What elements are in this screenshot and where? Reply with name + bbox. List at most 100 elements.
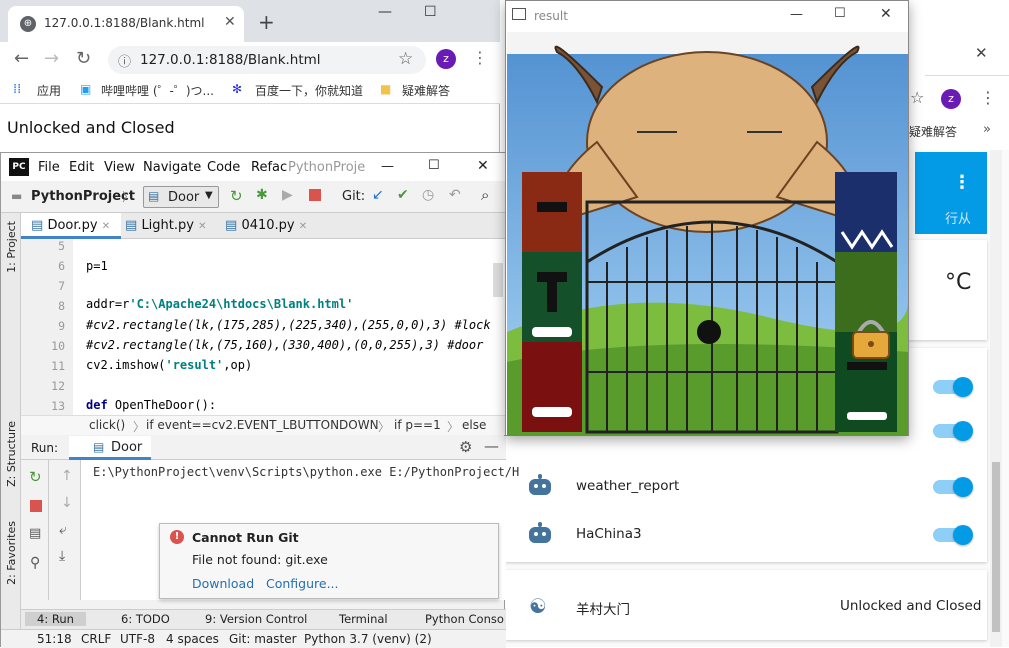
bookmark-bilibili[interactable]: 哔哩哔哩 (゜-゜)つ...: [101, 82, 215, 99]
toggle-switch[interactable]: [933, 525, 973, 545]
close-icon[interactable]: ✕: [477, 158, 489, 174]
tab-0410[interactable]: ▤ 0410.py ✕: [225, 213, 321, 239]
more-icon[interactable]: ⋮: [953, 172, 971, 193]
breadcrumb-item[interactable]: else: [462, 418, 486, 432]
new-tab-button[interactable]: +: [258, 10, 275, 34]
menu-refactor[interactable]: Refac: [251, 160, 287, 175]
close-icon[interactable]: ✕: [102, 221, 110, 232]
menu-icon[interactable]: ⋮: [980, 88, 996, 107]
soft-wrap-icon[interactable]: ⤶: [59, 522, 67, 538]
menu-file[interactable]: File: [38, 160, 60, 175]
line-number: 9: [58, 319, 65, 333]
pin-icon[interactable]: ⚲: [30, 555, 40, 571]
tab-terminal[interactable]: Terminal: [339, 612, 388, 626]
scrollbar[interactable]: [990, 150, 1002, 647]
close-icon[interactable]: ✕: [198, 221, 206, 232]
rerun-icon[interactable]: ↻: [230, 187, 243, 205]
forward-icon[interactable]: →: [44, 48, 59, 69]
bookmark-baidu[interactable]: 百度一下，你就知道: [255, 82, 363, 99]
maximize-icon[interactable]: ☐: [834, 6, 846, 21]
code-comment: #cv2.rectangle(lk,(75,160),(330,400),(0,…: [86, 338, 484, 352]
star-icon[interactable]: ☆: [910, 88, 924, 107]
avatar[interactable]: z: [436, 49, 456, 69]
run-config-select[interactable]: ▤ Door ▼: [143, 186, 219, 208]
history-icon[interactable]: ◷: [422, 187, 434, 203]
run-tab-door[interactable]: ▤ Door: [69, 436, 151, 460]
toggle-switch[interactable]: [933, 477, 973, 497]
close-icon[interactable]: ✕: [224, 14, 236, 30]
close-icon[interactable]: ✕: [299, 221, 307, 232]
tab-door[interactable]: ▤ Door.py ✕: [21, 213, 121, 239]
breadcrumb-item[interactable]: if p==1: [394, 418, 441, 432]
breadcrumb-item[interactable]: if event==cv2.EVENT_LBUTTONDOWN: [146, 418, 379, 432]
star-icon[interactable]: ☆: [398, 49, 413, 69]
status-position[interactable]: 51:18: [37, 632, 72, 646]
menu-navigate[interactable]: Navigate: [143, 160, 201, 175]
tool-structure[interactable]: Z: Structure: [5, 421, 18, 487]
tool-project[interactable]: 1: Project: [5, 221, 18, 273]
bookmark-apps[interactable]: 应用: [37, 82, 61, 99]
commit-icon[interactable]: ✔: [397, 187, 409, 203]
status-interpreter[interactable]: Python 3.7 (venv) (2): [304, 632, 432, 646]
menu-icon[interactable]: ⋮: [472, 48, 488, 67]
toggle-switch[interactable]: [933, 377, 973, 397]
tool-favorites[interactable]: 2: Favorites: [5, 521, 18, 585]
code-editor[interactable]: 5 6 7 8 9 10 11 12 13 p=1 addr=r'C:\Apac…: [21, 239, 506, 415]
temperature-unit: °C: [945, 270, 972, 295]
search-icon[interactable]: ⌕: [481, 186, 489, 204]
minimize-icon[interactable]: —: [381, 159, 394, 174]
menu-edit[interactable]: Edit: [69, 160, 94, 175]
bookmark-help[interactable]: 疑难解答: [402, 82, 450, 99]
gear-icon[interactable]: ⚙: [459, 438, 472, 456]
status-bar: 51:18 CRLF UTF-8 4 spaces Git: master Py…: [1, 629, 506, 648]
down-icon[interactable]: ↓: [61, 495, 73, 511]
hide-icon[interactable]: —: [484, 437, 499, 455]
maximize-icon[interactable]: ☐: [428, 158, 440, 173]
maximize-icon[interactable]: ☐: [424, 4, 437, 20]
close-icon[interactable]: ✕: [880, 6, 892, 22]
door-scene-image[interactable]: [507, 32, 908, 436]
configure-link[interactable]: Configure...: [266, 576, 339, 591]
stop-icon[interactable]: [30, 500, 42, 512]
avatar[interactable]: z: [941, 89, 961, 109]
door-name[interactable]: 羊村大门: [576, 598, 630, 618]
tab-version-control[interactable]: 9: Version Control: [205, 612, 307, 626]
status-indent[interactable]: 4 spaces: [166, 632, 219, 646]
stop-icon[interactable]: [309, 189, 321, 201]
bookmark-item[interactable]: 疑难解答: [909, 123, 957, 140]
up-icon[interactable]: ↑: [61, 468, 73, 484]
minimize-icon[interactable]: —: [378, 4, 392, 20]
scroll-end-icon[interactable]: ⤓: [59, 548, 65, 564]
rerun-icon[interactable]: ↻: [29, 468, 42, 486]
breadcrumb-item[interactable]: click(): [89, 418, 125, 432]
tab-light[interactable]: ▤ Light.py ✕: [125, 213, 221, 239]
url-text[interactable]: 127.0.0.1:8188/Blank.html: [140, 52, 321, 68]
address-bar[interactable]: ⓘ 127.0.0.1:8188/Blank.html ☆: [108, 46, 426, 74]
tab-run[interactable]: 4: Run: [25, 612, 86, 626]
coverage-icon[interactable]: ▶: [282, 187, 293, 203]
status-encoding[interactable]: UTF-8: [120, 632, 155, 646]
revert-icon[interactable]: ↶: [449, 187, 461, 203]
menu-code[interactable]: Code: [207, 160, 240, 175]
project-name[interactable]: PythonProject: [31, 189, 135, 204]
editor-scrollbar[interactable]: [493, 263, 503, 297]
info-icon[interactable]: ⓘ: [118, 51, 131, 70]
back-icon[interactable]: ←: [14, 48, 29, 69]
toggle-switch[interactable]: [933, 421, 973, 441]
status-git[interactable]: Git: master: [229, 632, 297, 646]
update-icon[interactable]: ↙: [372, 187, 384, 203]
close-icon[interactable]: ✕: [975, 44, 988, 62]
breadcrumb: click() 〉 if event==cv2.EVENT_LBUTTONDOW…: [21, 415, 506, 435]
chevron-right-icon[interactable]: »: [983, 122, 991, 137]
debug-icon[interactable]: ✱: [256, 187, 268, 203]
menu-view[interactable]: View: [104, 160, 135, 175]
tab-python-console[interactable]: Python Console: [425, 612, 505, 626]
minimize-icon[interactable]: —: [790, 7, 803, 22]
tab-todo[interactable]: 6: TODO: [121, 612, 170, 626]
download-link[interactable]: Download: [192, 576, 254, 591]
reload-icon[interactable]: ↻: [76, 48, 91, 69]
apps-icon[interactable]: ⁞⁞: [13, 82, 21, 97]
browser-tab[interactable]: ⊕ 127.0.0.1:8188/Blank.html ✕: [8, 6, 244, 42]
layout-icon[interactable]: ▤: [29, 526, 41, 541]
status-line-ending[interactable]: CRLF: [81, 632, 111, 646]
